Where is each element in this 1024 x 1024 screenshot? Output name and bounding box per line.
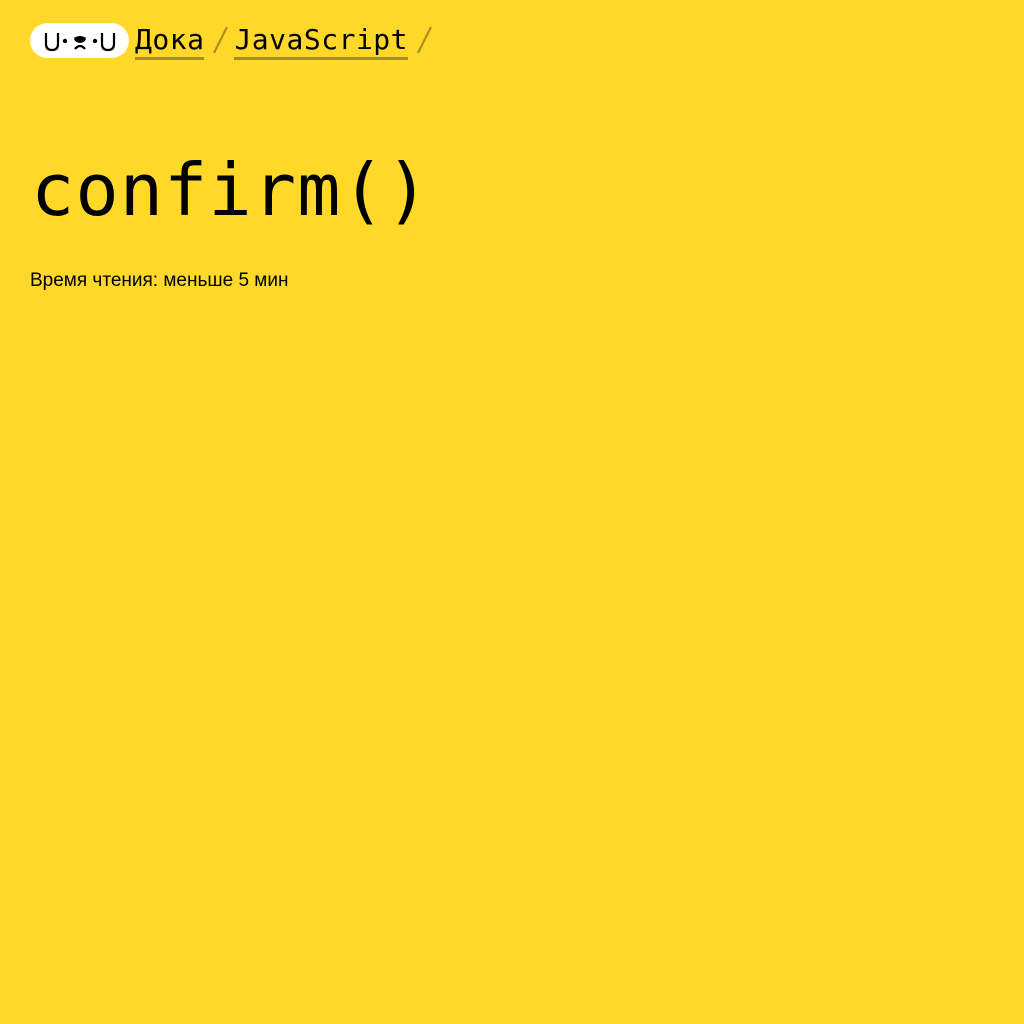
breadcrumb-link-doka[interactable]: Дока <box>135 23 205 60</box>
slash-separator-icon <box>212 23 229 57</box>
slash-separator-icon <box>416 23 432 57</box>
page-title: confirm() <box>31 148 431 232</box>
breadcrumb: Дока JavaScript <box>30 23 432 63</box>
reading-time: Время чтения: меньше 5 мин <box>30 270 289 291</box>
doka-logo[interactable] <box>30 23 129 58</box>
doka-dog-face-logo-icon <box>44 32 115 51</box>
breadcrumb-link-javascript[interactable]: JavaScript <box>234 23 409 60</box>
